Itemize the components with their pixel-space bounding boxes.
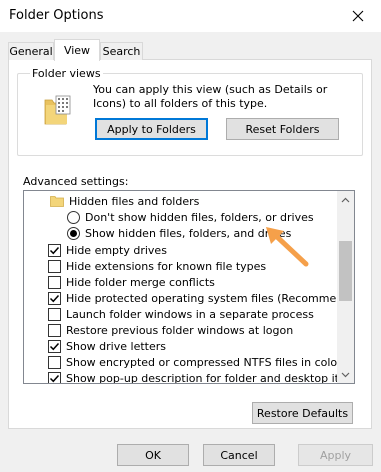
close-icon	[352, 10, 364, 22]
advanced-settings-label: Advanced settings:	[23, 175, 129, 188]
folder-view-icon	[44, 95, 71, 125]
tab-view-label: View	[63, 44, 91, 57]
list-item-label: Restore previous folder windows at logon	[66, 323, 294, 337]
tab-search-label: Search	[102, 45, 141, 58]
tab-general-label: General	[9, 45, 53, 58]
ok-button[interactable]: OK	[117, 444, 189, 466]
list-item-label: Launch folder windows in a separate proc…	[66, 307, 314, 321]
checkmark-icon	[49, 374, 60, 382]
list-item-label: Show drive letters	[66, 339, 166, 353]
apply-to-folders-button[interactable]: Apply to Folders	[95, 118, 208, 140]
checkbox-show-popup-description[interactable]: Show pop-up description for folder and d…	[48, 369, 355, 384]
checkbox[interactable]	[48, 355, 61, 369]
annotation-arrow-icon	[266, 227, 309, 267]
tab-search[interactable]: Search	[100, 42, 143, 60]
list-item-label: Hide empty drives	[66, 243, 167, 257]
list-item-label: Hide protected operating system files (R…	[66, 291, 355, 305]
checkbox[interactable]	[48, 371, 61, 383]
window-title: Folder Options	[9, 8, 104, 23]
checkbox[interactable]	[48, 339, 61, 353]
chevron-up-icon	[341, 197, 350, 202]
checkmark-icon	[49, 342, 60, 350]
vertical-scrollbar[interactable]	[337, 191, 354, 383]
checkbox[interactable]	[48, 259, 61, 273]
checkbox[interactable]	[48, 323, 61, 337]
radio-button[interactable]	[67, 226, 80, 240]
checkmark-icon	[49, 294, 60, 302]
cancel-label: Cancel	[220, 448, 258, 462]
list-item-label: Show hidden files, folders, and drives	[85, 226, 292, 240]
checkbox[interactable]	[48, 275, 61, 289]
list-item-label: Hidden files and folders	[69, 194, 200, 208]
apply-button[interactable]: Apply	[298, 444, 373, 466]
ok-label: OK	[145, 448, 161, 462]
cancel-button[interactable]: Cancel	[203, 444, 275, 466]
folder-views-legend: Folder views	[30, 67, 103, 80]
radio-button[interactable]	[67, 210, 80, 224]
restore-defaults-label: Restore Defaults	[256, 406, 349, 420]
reset-folders-label: Reset Folders	[245, 122, 320, 136]
tab-view[interactable]: View	[54, 39, 100, 61]
folder-views-description: You can apply this view (such as Details…	[93, 83, 328, 110]
apply-to-folders-label: Apply to Folders	[107, 122, 196, 136]
list-item-label: Hide folder merge conflicts	[66, 275, 215, 289]
apply-label: Apply	[319, 448, 352, 462]
restore-defaults-button[interactable]: Restore Defaults	[252, 402, 353, 424]
tab-general[interactable]: General	[8, 42, 54, 60]
checkbox[interactable]	[48, 307, 61, 321]
reset-folders-button[interactable]: Reset Folders	[226, 118, 339, 140]
checkbox[interactable]	[48, 291, 61, 305]
scrollbar-thumb[interactable]	[339, 241, 352, 301]
list-item-label: Show pop-up description for folder and d…	[66, 371, 355, 384]
scroll-down-button[interactable]	[337, 366, 354, 383]
scroll-up-button[interactable]	[337, 191, 354, 208]
list-item-label: Hide extensions for known file types	[66, 259, 267, 273]
close-button[interactable]	[335, 0, 381, 32]
folder-icon	[50, 196, 64, 207]
advanced-settings-list[interactable]: Hidden files and folders Don't show hidd…	[23, 190, 355, 384]
checkmark-icon	[49, 246, 60, 254]
title-bar: Folder Options	[0, 0, 381, 32]
chevron-down-icon	[341, 372, 350, 377]
checkbox[interactable]	[48, 243, 61, 257]
radio-selected-dot	[70, 229, 77, 237]
list-item-label: Show encrypted or compressed NTFS files …	[66, 355, 342, 369]
